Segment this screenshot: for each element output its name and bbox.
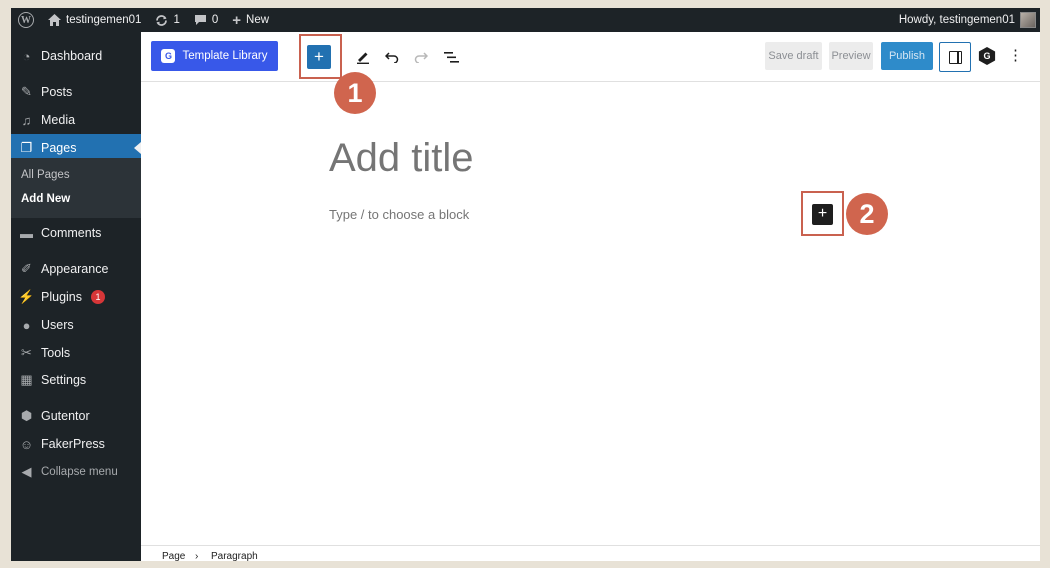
- admin-sidebar: ◔ Dashboard ✎ Posts ♫ Media ❐ Pages All …: [11, 32, 141, 561]
- step-marker-1: 1: [334, 72, 376, 114]
- list-view-button[interactable]: [440, 45, 462, 69]
- pages-icon: ❐: [20, 140, 33, 155]
- sidebar-item-label: Pages: [41, 141, 77, 155]
- publish-button[interactable]: Publish: [881, 42, 933, 70]
- step-marker-2: 2: [846, 193, 888, 235]
- template-library-label: Template Library: [182, 50, 268, 62]
- admin-bar: W testingemen01 1 0 + New Howdy, testing…: [11, 8, 1040, 32]
- highlight-box-inline-inserter: [801, 191, 844, 236]
- options-menu-button[interactable]: ⋮: [1008, 46, 1023, 66]
- wp-logo-menu[interactable]: W: [11, 8, 41, 32]
- editor-toolbar: G Template Library + Save draft Preview …: [141, 32, 1040, 82]
- breadcrumb-item-paragraph[interactable]: Paragraph: [211, 551, 258, 561]
- gutentor-icon: ⬢: [20, 408, 33, 423]
- preview-button[interactable]: Preview: [829, 42, 873, 70]
- redo-button[interactable]: [410, 45, 432, 69]
- updates-icon: [156, 14, 168, 26]
- wrench-icon: ✂: [21, 345, 32, 360]
- sidebar-item-appearance[interactable]: ✐ Appearance: [11, 255, 141, 283]
- vertical-ellipsis-icon: ⋮: [1008, 47, 1023, 64]
- new-content-link[interactable]: + New: [225, 8, 276, 32]
- sidebar-item-plugins[interactable]: ⚡ Plugins 1: [11, 283, 141, 311]
- avatar: [1020, 12, 1036, 28]
- highlight-box-inserter: [299, 34, 342, 79]
- new-label: New: [246, 14, 270, 26]
- sidebar-item-posts[interactable]: ✎ Posts: [11, 78, 141, 106]
- pencil-icon: [357, 52, 369, 64]
- accessibility-icon: ☺: [19, 436, 34, 452]
- redo-icon: [414, 52, 428, 63]
- home-icon: [48, 14, 61, 26]
- brush-icon: ✐: [21, 261, 32, 276]
- site-name: testingemen01: [66, 14, 142, 26]
- undo-icon: [385, 52, 399, 63]
- breadcrumb-item-page[interactable]: Page: [162, 551, 185, 561]
- post-title-field[interactable]: Add title: [329, 136, 474, 181]
- sidebar-item-comments[interactable]: ▬ Comments: [11, 219, 141, 247]
- sidebar-item-label: Appearance: [41, 262, 109, 276]
- howdy-text: Howdy, testingemen01: [898, 14, 1015, 26]
- plus-icon: +: [232, 11, 242, 29]
- plugin-icon: ⚡: [18, 289, 35, 304]
- submenu-add-new[interactable]: Add New: [21, 193, 70, 205]
- sidebar-item-tools[interactable]: ✂ Tools: [11, 339, 141, 367]
- sidebar-item-label: Comments: [41, 226, 102, 240]
- sidebar-item-settings[interactable]: ▦ Settings: [11, 366, 141, 394]
- browser-frame: W testingemen01 1 0 + New Howdy, testing…: [11, 8, 1040, 561]
- tools-button[interactable]: [352, 45, 374, 69]
- dashboard-icon: ◔: [22, 48, 31, 64]
- breadcrumb-separator-icon: ›: [195, 551, 199, 561]
- user-icon: ●: [22, 317, 31, 333]
- current-menu-arrow: [134, 142, 141, 154]
- gutentor-logo-icon: G: [161, 49, 176, 63]
- sidebar-item-label: Posts: [41, 85, 73, 99]
- submenu-all-pages[interactable]: All Pages: [21, 169, 70, 181]
- sidebar-panel-icon: [948, 50, 962, 64]
- updates-link[interactable]: 1: [148, 8, 186, 32]
- sidebar-item-label: FakerPress: [41, 437, 105, 451]
- comment-icon: [194, 15, 206, 25]
- sidebar-item-fakerpress[interactable]: ☺ FakerPress: [11, 430, 141, 458]
- comments-link[interactable]: 0: [187, 8, 225, 32]
- collapse-icon: ◀: [21, 464, 32, 479]
- collapse-menu-label: Collapse menu: [41, 466, 118, 478]
- template-library-button[interactable]: G Template Library: [151, 41, 278, 71]
- sidebar-item-dashboard[interactable]: ◔ Dashboard: [11, 42, 141, 70]
- comments-count: 0: [211, 14, 219, 26]
- sidebar-item-label: Media: [41, 113, 76, 127]
- list-view-icon: [443, 51, 459, 63]
- sidebar-item-users[interactable]: ● Users: [11, 311, 141, 339]
- sidebar-item-media[interactable]: ♫ Media: [11, 106, 141, 134]
- pin-icon: ✎: [21, 84, 32, 99]
- gutentor-hex-icon: G: [978, 47, 996, 65]
- sidebar-item-label: Tools: [41, 346, 71, 360]
- plugins-update-badge: 1: [91, 290, 105, 304]
- sidebar-item-label: Users: [41, 318, 74, 332]
- collapse-menu-button[interactable]: ◀ Collapse menu: [11, 458, 141, 486]
- gutentor-toolbar-button[interactable]: G: [977, 46, 997, 66]
- media-icon: ♫: [21, 112, 32, 128]
- wordpress-logo-icon: W: [18, 12, 34, 28]
- pages-submenu: All Pages Add New: [11, 158, 141, 218]
- undo-button[interactable]: [381, 45, 403, 69]
- sidebar-item-gutentor[interactable]: ⬢ Gutentor: [11, 402, 141, 430]
- sidebar-item-label: Settings: [41, 373, 87, 387]
- save-draft-button[interactable]: Save draft: [765, 42, 822, 70]
- site-name-link[interactable]: testingemen01: [41, 8, 148, 32]
- sidebar-item-label: Gutentor: [41, 409, 90, 423]
- block-placeholder-paragraph[interactable]: Type / to choose a block: [329, 207, 469, 222]
- comment-icon: ▬: [20, 225, 33, 241]
- settings-panel-toggle[interactable]: [939, 42, 971, 72]
- sidebar-item-label: Dashboard: [41, 49, 103, 63]
- sidebar-item-label: Plugins: [41, 290, 82, 304]
- settings-icon: ▦: [20, 372, 33, 387]
- updates-count: 1: [173, 14, 180, 26]
- block-breadcrumb: Page › Paragraph: [141, 545, 1040, 561]
- my-account-link[interactable]: Howdy, testingemen01: [892, 8, 1040, 32]
